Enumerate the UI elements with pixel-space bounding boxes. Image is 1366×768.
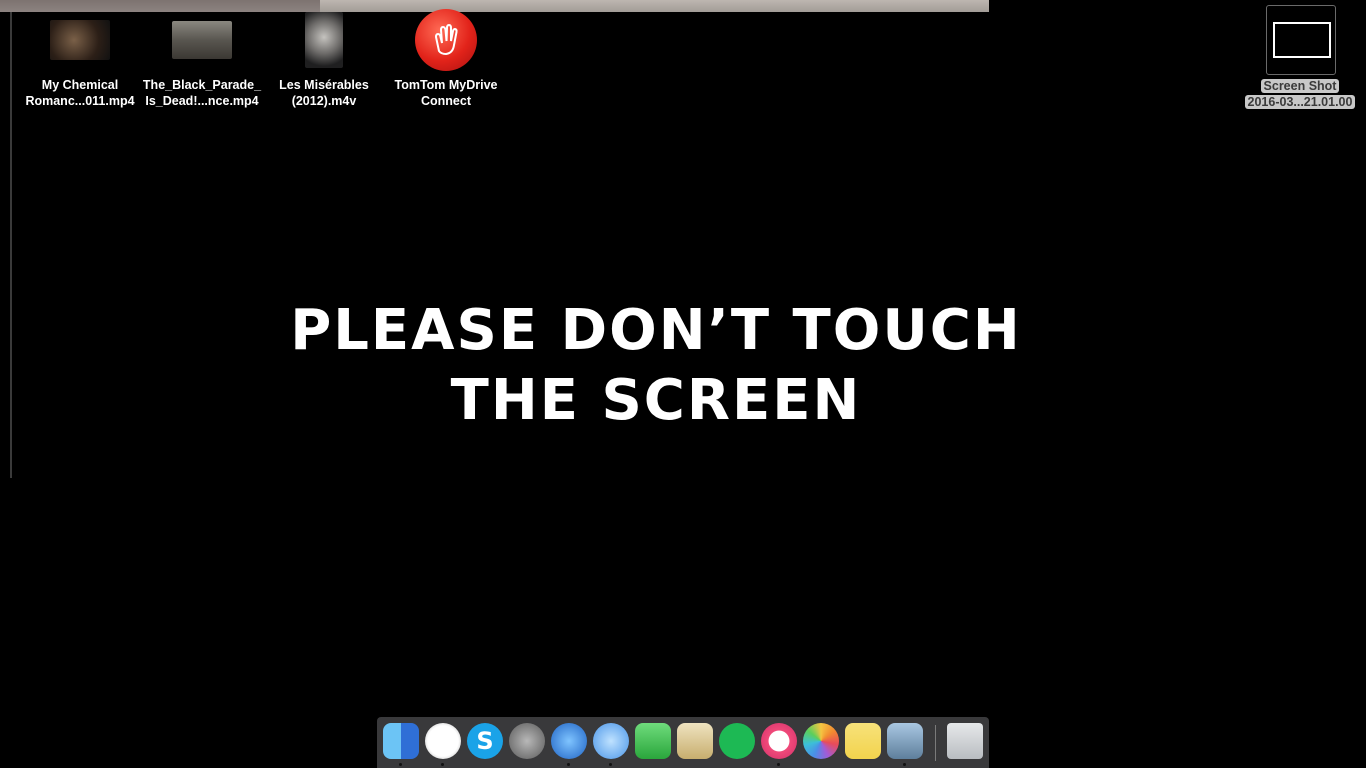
video-thumbnail bbox=[50, 20, 110, 60]
facetime-icon[interactable] bbox=[635, 723, 671, 759]
desktop-icon-black-parade[interactable]: The_Black_Parade_ Is_Dead!...nce.mp4 bbox=[141, 7, 263, 109]
screenshot-thumbnail bbox=[1273, 22, 1331, 58]
itunes-icon[interactable] bbox=[761, 723, 797, 759]
desktop-icon-label: TomTom MyDrive Connect bbox=[394, 78, 498, 108]
clock-icon[interactable] bbox=[425, 723, 461, 759]
desktop-icon-label: Les Misérables (2012).m4v bbox=[279, 78, 369, 108]
spotify-icon[interactable] bbox=[719, 723, 755, 759]
screenshot-file-icon[interactable] bbox=[1266, 5, 1336, 75]
photos-icon[interactable] bbox=[803, 723, 839, 759]
notes-icon[interactable] bbox=[845, 723, 881, 759]
screenshot-label-line2: 2016-03...21.01.00 bbox=[1244, 95, 1356, 109]
tomtom-hand-icon bbox=[415, 9, 477, 71]
desktop-icon-label: The_Black_Parade_ Is_Dead!...nce.mp4 bbox=[142, 78, 262, 108]
desktop-icon-les-miserables[interactable]: Les Misérables (2012).m4v bbox=[263, 7, 385, 109]
desktop-icon-tomtom[interactable]: TomTom MyDrive Connect bbox=[385, 7, 507, 109]
image-capture-icon[interactable] bbox=[887, 723, 923, 759]
screenshot-file-label: Screen Shot 2016-03...21.01.00 bbox=[1240, 78, 1360, 110]
safari-icon[interactable] bbox=[551, 723, 587, 759]
messages-icon[interactable] bbox=[593, 723, 629, 759]
video-thumbnail bbox=[305, 12, 343, 68]
launchpad-icon[interactable] bbox=[509, 723, 545, 759]
video-thumbnail bbox=[172, 21, 232, 59]
desktop-icon-my-chemical-romance[interactable]: My Chemical Romanc...011.mp4 bbox=[19, 7, 141, 109]
skype-icon[interactable]: S bbox=[467, 723, 503, 759]
wallpaper-message: PLEASE DON’T TOUCH THE SCREEN bbox=[290, 298, 1022, 433]
screenshot-label-line1: Screen Shot bbox=[1260, 79, 1340, 93]
desktop-icon-label: My Chemical Romanc...011.mp4 bbox=[25, 78, 135, 108]
dock-separator bbox=[935, 725, 936, 761]
dock: S bbox=[377, 717, 989, 768]
finder-icon[interactable] bbox=[383, 723, 419, 759]
preview-icon[interactable] bbox=[677, 723, 713, 759]
trash-icon[interactable] bbox=[947, 723, 983, 759]
